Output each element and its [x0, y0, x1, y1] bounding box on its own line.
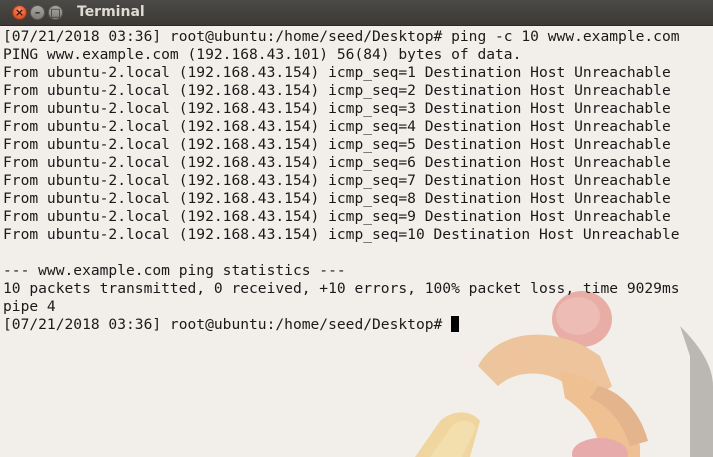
- output-line: From ubuntu-2.local (192.168.43.154) icm…: [3, 208, 671, 225]
- output-line: From ubuntu-2.local (192.168.43.154) icm…: [3, 82, 671, 99]
- output-line: From ubuntu-2.local (192.168.43.154) icm…: [3, 100, 671, 117]
- statistics-pipe: pipe 4: [3, 298, 56, 315]
- terminal-output: [07/21/2018 03:36] root@ubuntu:/home/see…: [3, 28, 680, 334]
- maximize-icon: □: [50, 6, 61, 19]
- output-line: From ubuntu-2.local (192.168.43.154) icm…: [3, 172, 671, 189]
- title-bar[interactable]: × – □ Terminal: [0, 0, 713, 26]
- terminal-window: × – □ Terminal [07/21/2018 03:36] root@u…: [0, 0, 713, 457]
- prompt-line[interactable]: [07/21/2018 03:36] root@ubuntu:/home/see…: [3, 316, 680, 334]
- shell-prompt: [07/21/2018 03:36] root@ubuntu:/home/see…: [3, 316, 452, 333]
- close-button[interactable]: ×: [12, 5, 27, 20]
- close-icon: ×: [14, 6, 25, 19]
- output-line: From ubuntu-2.local (192.168.43.154) icm…: [3, 64, 671, 81]
- minimize-icon: –: [34, 6, 41, 19]
- command-line: [07/21/2018 03:36] root@ubuntu:/home/see…: [3, 28, 680, 45]
- output-line: From ubuntu-2.local (192.168.43.154) icm…: [3, 154, 671, 171]
- output-line: From ubuntu-2.local (192.168.43.154) icm…: [3, 226, 680, 243]
- output-line: From ubuntu-2.local (192.168.43.154) icm…: [3, 190, 671, 207]
- output-line: From ubuntu-2.local (192.168.43.154) icm…: [3, 136, 671, 153]
- minimize-button[interactable]: –: [30, 5, 45, 20]
- output-line: PING www.example.com (192.168.43.101) 56…: [3, 46, 522, 63]
- statistics-summary: 10 packets transmitted, 0 received, +10 …: [3, 280, 680, 297]
- terminal-area[interactable]: [07/21/2018 03:36] root@ubuntu:/home/see…: [0, 26, 713, 457]
- window-title: Terminal: [77, 4, 145, 20]
- statistics-header: --- www.example.com ping statistics ---: [3, 262, 346, 279]
- text-cursor: [451, 316, 460, 332]
- maximize-button[interactable]: □: [48, 5, 63, 20]
- output-line: From ubuntu-2.local (192.168.43.154) icm…: [3, 118, 671, 135]
